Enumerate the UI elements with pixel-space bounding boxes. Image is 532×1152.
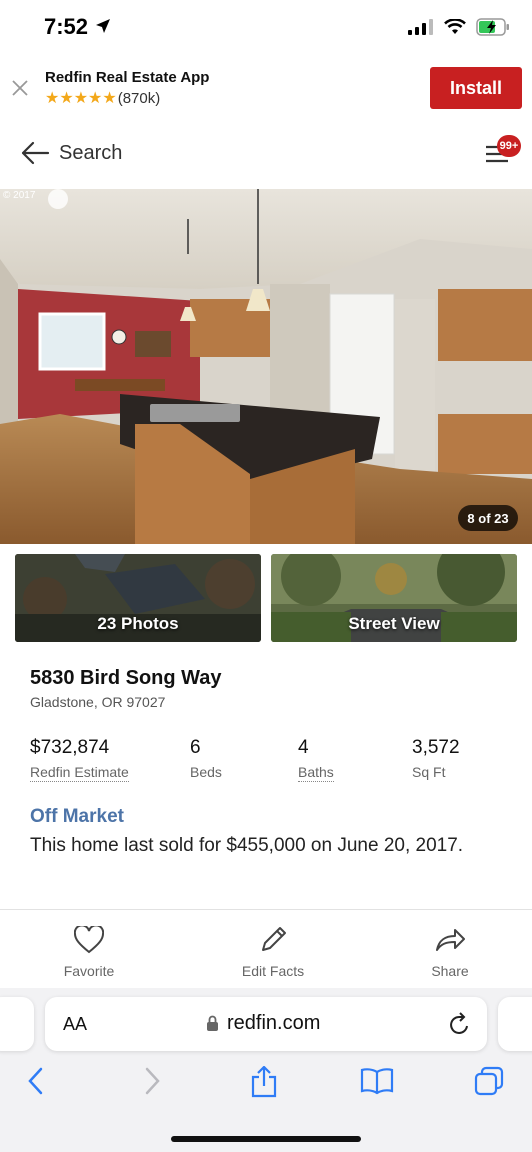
close-banner-icon[interactable] bbox=[10, 78, 30, 98]
back-to-search-link[interactable]: Search bbox=[59, 142, 122, 165]
favorite-label: Favorite bbox=[63, 963, 115, 979]
photo-counter: 8 of 23 bbox=[458, 505, 518, 531]
property-address: 5830 Bird Song Way bbox=[30, 667, 222, 689]
previous-tab-preview[interactable] bbox=[0, 997, 34, 1051]
street-view-label: Street View bbox=[348, 614, 440, 633]
cellular-signal-icon bbox=[408, 19, 433, 35]
browser-back-icon[interactable] bbox=[26, 1066, 46, 1096]
share-label: Share bbox=[431, 963, 469, 979]
kitchen-photo-image bbox=[0, 189, 532, 544]
back-arrow-icon[interactable] bbox=[20, 140, 50, 166]
sqft-value: 3,572 bbox=[412, 737, 460, 758]
last-sold-text: This home last sold for $455,000 on June… bbox=[30, 835, 464, 856]
beds-value: 6 bbox=[190, 737, 201, 758]
photos-button[interactable]: 23 Photos bbox=[15, 554, 261, 642]
photo-copyright: © 2017 bbox=[3, 190, 36, 201]
browser-forward-icon[interactable] bbox=[142, 1066, 162, 1096]
rating-count: (870k) bbox=[117, 90, 161, 107]
edit-facts-button[interactable]: Edit Facts bbox=[218, 926, 328, 979]
baths-value: 4 bbox=[298, 737, 309, 758]
location-arrow-icon bbox=[96, 19, 111, 33]
estimate-value: $732,874 bbox=[30, 737, 110, 758]
sqft-label: Sq Ft bbox=[412, 764, 446, 780]
heart-icon bbox=[73, 924, 105, 954]
text-size-button[interactable]: AA bbox=[63, 1014, 87, 1035]
share-button[interactable]: Share bbox=[395, 926, 505, 979]
bookmarks-icon[interactable] bbox=[360, 1066, 394, 1096]
share-icon bbox=[436, 929, 465, 951]
property-city: Gladstone, OR 97027 bbox=[30, 694, 166, 710]
tabs-icon[interactable] bbox=[474, 1066, 504, 1096]
share-sheet-icon[interactable] bbox=[250, 1066, 278, 1098]
photos-label: 23 Photos bbox=[97, 614, 179, 633]
next-tab-preview[interactable] bbox=[498, 997, 532, 1051]
app-banner-title: Redfin Real Estate App bbox=[45, 69, 210, 86]
url-text[interactable]: redfin.com bbox=[227, 1012, 320, 1035]
edit-facts-label: Edit Facts bbox=[241, 963, 305, 979]
app-banner-rating: ★★★★★ (870k) bbox=[45, 90, 160, 107]
beds-label: Beds bbox=[190, 764, 222, 780]
pencil-icon bbox=[262, 927, 286, 951]
divider bbox=[0, 909, 532, 910]
status-icons bbox=[408, 18, 510, 36]
status-time: 7:52 bbox=[44, 14, 112, 40]
wifi-icon bbox=[444, 19, 466, 34]
notification-badge: 99+ bbox=[497, 135, 521, 157]
estimate-label[interactable]: Redfin Estimate bbox=[30, 764, 129, 782]
street-view-button[interactable]: Street View bbox=[271, 554, 517, 642]
battery-charging-icon bbox=[476, 18, 509, 36]
lock-icon bbox=[207, 1015, 218, 1031]
listing-status: Off Market bbox=[30, 806, 124, 827]
reload-icon[interactable] bbox=[449, 1012, 471, 1036]
favorite-button[interactable]: Favorite bbox=[34, 924, 144, 979]
rating-stars-icon: ★★★★★ bbox=[45, 89, 117, 107]
baths-label[interactable]: Baths bbox=[298, 764, 334, 782]
home-indicator bbox=[171, 1136, 361, 1142]
install-button[interactable]: Install bbox=[430, 67, 522, 109]
listing-photo[interactable] bbox=[0, 189, 532, 544]
